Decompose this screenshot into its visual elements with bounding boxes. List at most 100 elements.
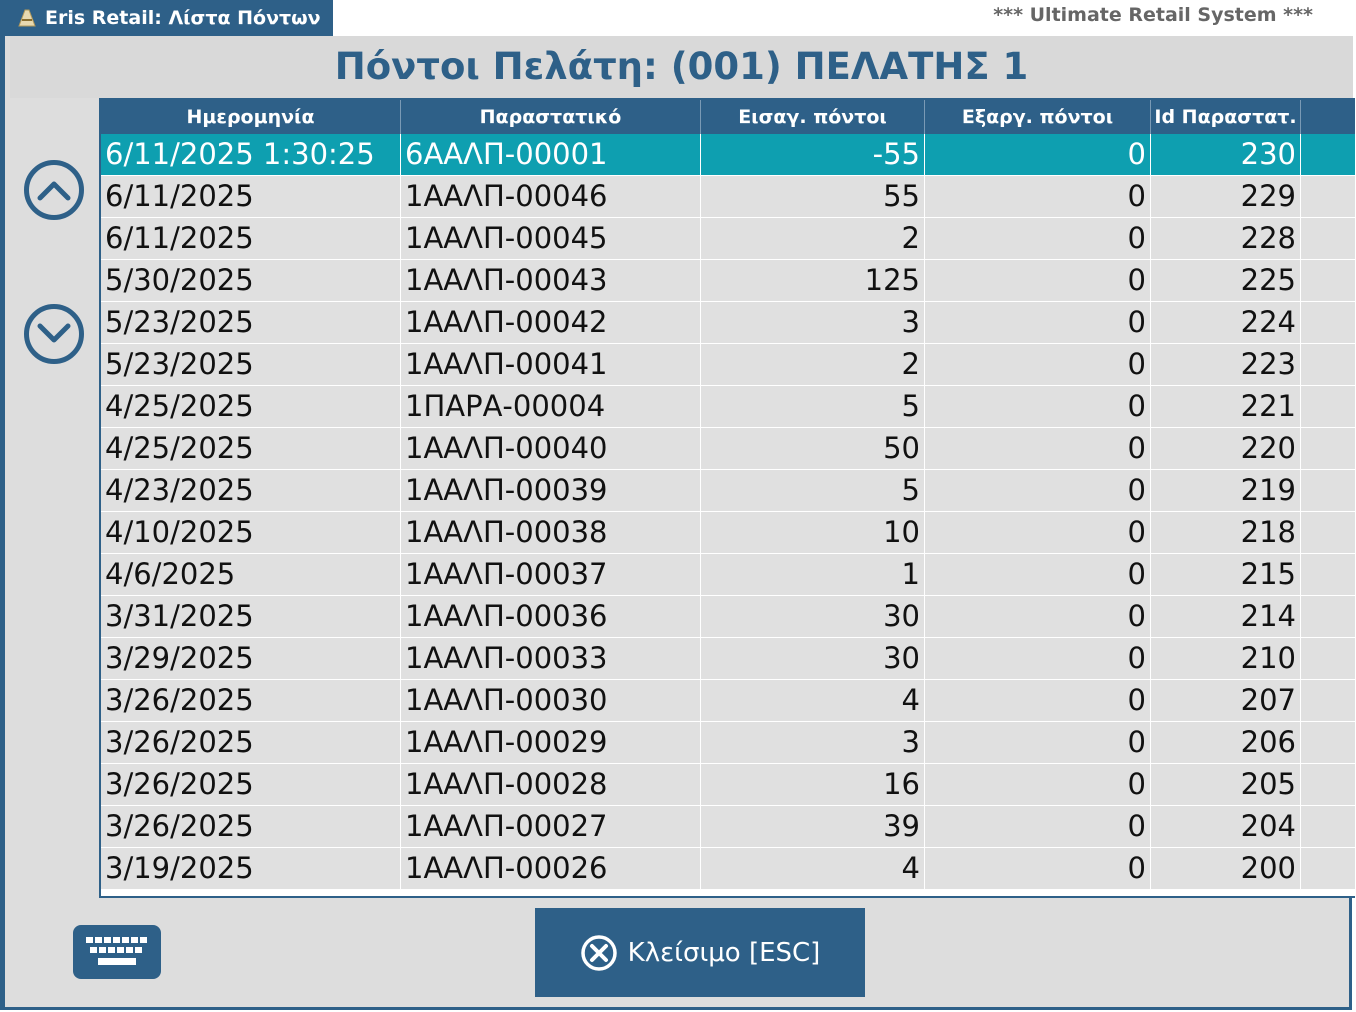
cell-points-redeemed: 0: [925, 596, 1151, 637]
cell-document: 1ΑΑΛΠ-00030: [401, 680, 701, 721]
grid-rows: 6/11/2025 1:30:25 6ΑΑΛΠ-00001 -55 0 230 6/11/…: [101, 134, 1355, 890]
cell-document: 1ΑΑΛΠ-00036: [401, 596, 701, 637]
table-row[interactable]: 6/11/2025 1:30:25 6ΑΑΛΠ-00001 -55 0 230: [101, 134, 1355, 176]
cell-points-redeemed: 0: [925, 554, 1151, 595]
cell-date: 3/31/2025: [101, 596, 401, 637]
cell-points-redeemed: 0: [925, 806, 1151, 847]
cell-extra: [1301, 764, 1355, 805]
cell-date: 6/11/2025: [101, 218, 401, 259]
cell-date: 4/23/2025: [101, 470, 401, 511]
cell-extra: [1301, 302, 1355, 343]
table-row[interactable]: 5/23/2025 1ΑΑΛΠ-00042 3 0 224: [101, 302, 1355, 344]
page-title: Πόντοι Πελάτη: (001) ΠΕΛΑΤΗΣ 1: [10, 36, 1353, 98]
column-header-date[interactable]: Ημερομηνία: [101, 100, 401, 134]
cell-document: 1ΑΑΛΠ-00027: [401, 806, 701, 847]
cell-extra: [1301, 806, 1355, 847]
column-header-points-redeemed[interactable]: Εξαργ. πόντοι: [925, 100, 1151, 134]
cell-document-id: 215: [1151, 554, 1301, 595]
cell-document: 1ΑΑΛΠ-00041: [401, 344, 701, 385]
scroll-down-button[interactable]: [24, 304, 84, 364]
cell-document-id: 218: [1151, 512, 1301, 553]
table-row[interactable]: 3/19/2025 1ΑΑΛΠ-00026 4 0 200: [101, 848, 1355, 890]
cell-extra: [1301, 386, 1355, 427]
table-row[interactable]: 3/31/2025 1ΑΑΛΠ-00036 30 0 214: [101, 596, 1355, 638]
cell-date: 5/30/2025: [101, 260, 401, 301]
cell-document-id: 228: [1151, 218, 1301, 259]
cell-points-earned: 4: [701, 680, 925, 721]
cell-document: 1ΑΑΛΠ-00040: [401, 428, 701, 469]
cell-extra: [1301, 134, 1355, 175]
cell-points-earned: 30: [701, 638, 925, 679]
table-row[interactable]: 4/25/2025 1ΠΑΡΑ-00004 5 0 221: [101, 386, 1355, 428]
cell-extra: [1301, 512, 1355, 553]
cell-points-earned: 30: [701, 596, 925, 637]
cell-points-redeemed: 0: [925, 512, 1151, 553]
table-row[interactable]: 3/26/2025 1ΑΑΛΠ-00030 4 0 207: [101, 680, 1355, 722]
cell-date: 5/23/2025: [101, 344, 401, 385]
table-row[interactable]: 6/11/2025 1ΑΑΛΠ-00045 2 0 228: [101, 218, 1355, 260]
table-row[interactable]: 3/29/2025 1ΑΑΛΠ-00033 30 0 210: [101, 638, 1355, 680]
cell-document-id: 230: [1151, 134, 1301, 175]
cell-extra: [1301, 554, 1355, 595]
points-grid[interactable]: Ημερομηνία Παραστατικό Εισαγ. πόντοι Εξα…: [99, 98, 1355, 898]
table-row[interactable]: 4/25/2025 1ΑΑΛΠ-00040 50 0 220: [101, 428, 1355, 470]
column-header-document-id[interactable]: Id Παραστατ.: [1151, 100, 1301, 134]
chevron-up-icon: [37, 181, 71, 201]
window-title-tab: Eris Retail: Λίστα Πόντων: [5, 0, 333, 36]
cell-document: 1ΑΑΛΠ-00029: [401, 722, 701, 763]
cell-points-earned: 50: [701, 428, 925, 469]
cell-points-redeemed: 0: [925, 848, 1151, 889]
cell-points-redeemed: 0: [925, 386, 1151, 427]
cell-date: 6/11/2025: [101, 176, 401, 217]
scroll-up-button[interactable]: [24, 160, 84, 220]
table-row[interactable]: 6/11/2025 1ΑΑΛΠ-00046 55 0 229: [101, 176, 1355, 218]
app-logo-icon: [15, 6, 39, 30]
cell-document-id: 207: [1151, 680, 1301, 721]
cell-document-id: 224: [1151, 302, 1301, 343]
table-row[interactable]: 3/26/2025 1ΑΑΛΠ-00028 16 0 205: [101, 764, 1355, 806]
keyboard-button[interactable]: [73, 925, 161, 979]
cell-date: 3/26/2025: [101, 764, 401, 805]
column-header-extra[interactable]: [1301, 100, 1355, 134]
cell-document: 1ΑΑΛΠ-00026: [401, 848, 701, 889]
cell-document: 1ΑΑΛΠ-00033: [401, 638, 701, 679]
table-row[interactable]: 4/6/2025 1ΑΑΛΠ-00037 1 0 215: [101, 554, 1355, 596]
cell-document-id: 200: [1151, 848, 1301, 889]
cell-points-earned: 10: [701, 512, 925, 553]
cell-document: 1ΑΑΛΠ-00039: [401, 470, 701, 511]
cell-document-id: 223: [1151, 344, 1301, 385]
close-button[interactable]: Κλείσιμο [ESC]: [535, 908, 865, 997]
cell-points-earned: 1: [701, 554, 925, 595]
cell-document: 1ΑΑΛΠ-00042: [401, 302, 701, 343]
system-label: *** Ultimate Retail System ***: [993, 4, 1313, 26]
window-title: Eris Retail: Λίστα Πόντων: [45, 7, 321, 29]
cell-extra: [1301, 428, 1355, 469]
cell-document-id: 204: [1151, 806, 1301, 847]
cell-extra: [1301, 344, 1355, 385]
close-circle-icon: [580, 934, 618, 972]
cell-document-id: 206: [1151, 722, 1301, 763]
cell-document: 1ΑΑΛΠ-00037: [401, 554, 701, 595]
cell-extra: [1301, 638, 1355, 679]
cell-points-earned: 39: [701, 806, 925, 847]
cell-document: 1ΑΑΛΠ-00043: [401, 260, 701, 301]
table-row[interactable]: 5/23/2025 1ΑΑΛΠ-00041 2 0 223: [101, 344, 1355, 386]
cell-extra: [1301, 470, 1355, 511]
table-row[interactable]: 3/26/2025 1ΑΑΛΠ-00027 39 0 204: [101, 806, 1355, 848]
cell-date: 3/26/2025: [101, 722, 401, 763]
column-header-document[interactable]: Παραστατικό: [401, 100, 701, 134]
table-row[interactable]: 5/30/2025 1ΑΑΛΠ-00043 125 0 225: [101, 260, 1355, 302]
cell-points-redeemed: 0: [925, 260, 1151, 301]
table-row[interactable]: 3/26/2025 1ΑΑΛΠ-00029 3 0 206: [101, 722, 1355, 764]
cell-date: 3/29/2025: [101, 638, 401, 679]
cell-extra: [1301, 596, 1355, 637]
column-header-points-earned[interactable]: Εισαγ. πόντοι: [701, 100, 925, 134]
cell-date: 3/19/2025: [101, 848, 401, 889]
cell-document: 1ΑΑΛΠ-00045: [401, 218, 701, 259]
cell-document-id: 221: [1151, 386, 1301, 427]
cell-date: 6/11/2025 1:30:25: [101, 134, 401, 175]
table-row[interactable]: 4/10/2025 1ΑΑΛΠ-00038 10 0 218: [101, 512, 1355, 554]
cell-document: 1ΑΑΛΠ-00038: [401, 512, 701, 553]
table-row[interactable]: 4/23/2025 1ΑΑΛΠ-00039 5 0 219: [101, 470, 1355, 512]
cell-points-redeemed: 0: [925, 428, 1151, 469]
